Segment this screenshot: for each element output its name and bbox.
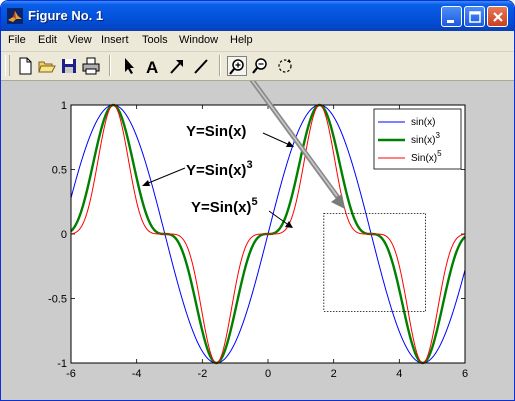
toolbar-separator xyxy=(109,55,111,76)
y-tick-label: 1 xyxy=(61,100,67,112)
x-tick-label: -2 xyxy=(197,368,207,380)
x-tick-label: 4 xyxy=(396,368,402,380)
figure-window: Figure No. 1 File Edit View Insert Tools… xyxy=(0,0,515,401)
x-tick-label: 0 xyxy=(265,368,271,380)
x-tick-label: 2 xyxy=(331,368,337,380)
menu-file[interactable]: File xyxy=(8,34,26,46)
toolbar-grip[interactable] xyxy=(5,55,10,76)
x-tick-label: 6 xyxy=(462,368,468,380)
legend-label-sin: sin(x) xyxy=(411,117,435,128)
x-tick-label: -4 xyxy=(132,368,142,380)
y-tick-label: 0 xyxy=(61,229,67,241)
insert-arrow-icon[interactable] xyxy=(167,56,187,76)
annotation-sin3[interactable]: Y=Sin(x)3 xyxy=(186,159,253,179)
zoom-in-icon[interactable] xyxy=(227,56,247,76)
menu-view[interactable]: View xyxy=(68,34,92,46)
y-tick-label: -1 xyxy=(57,358,67,370)
pointer-arrow-icon[interactable] xyxy=(119,56,139,76)
minimize-icon xyxy=(447,20,454,23)
menu-help[interactable]: Help xyxy=(230,34,253,46)
menu-tools[interactable]: Tools xyxy=(142,34,168,46)
annotation-sin5[interactable]: Y=Sin(x)5 xyxy=(191,196,258,216)
chart-plot[interactable]: -6 -4 -2 0 2 4 6 1 0.5 0 -0.5 -1 Y=Sin(x) Y=Sin(x)3… xyxy=(1,81,514,400)
insert-line-icon[interactable] xyxy=(191,56,211,76)
matlab-logo-icon xyxy=(7,8,23,24)
maximize-icon xyxy=(469,11,481,23)
legend[interactable]: sin(x) sin(x)3 Sin(x)5 xyxy=(373,108,462,170)
window-title: Figure No. 1 xyxy=(28,8,104,23)
menu-edit[interactable]: Edit xyxy=(38,34,57,46)
print-icon[interactable] xyxy=(81,56,101,76)
zoom-out-icon[interactable] xyxy=(251,56,271,76)
save-icon[interactable] xyxy=(59,56,79,76)
new-file-icon[interactable] xyxy=(15,56,35,76)
close-icon xyxy=(493,12,503,22)
minimize-button[interactable] xyxy=(441,6,462,27)
rotate-3d-icon[interactable] xyxy=(275,56,295,76)
y-tick-label: 0.5 xyxy=(52,165,67,177)
menu-insert[interactable]: Insert xyxy=(101,34,129,46)
toolbar-separator xyxy=(219,55,221,76)
y-tick-label: -0.5 xyxy=(48,294,67,306)
open-folder-icon[interactable] xyxy=(37,56,57,76)
svg-text:A: A xyxy=(146,58,158,76)
x-tick-label: -6 xyxy=(66,368,76,380)
toolbar: A xyxy=(1,52,514,81)
annotation-sin1[interactable]: Y=Sin(x) xyxy=(186,123,246,140)
figure-canvas: -6 -4 -2 0 2 4 6 1 0.5 0 -0.5 -1 Y=Sin(x) Y=Sin(x)3… xyxy=(1,81,514,400)
menu-window[interactable]: Window xyxy=(179,34,218,46)
menu-bar: File Edit View Insert Tools Window Help xyxy=(1,31,514,52)
title-bar[interactable]: Figure No. 1 xyxy=(1,1,514,31)
close-button[interactable] xyxy=(487,6,508,27)
maximize-button[interactable] xyxy=(464,6,485,27)
insert-text-icon[interactable]: A xyxy=(143,56,163,77)
